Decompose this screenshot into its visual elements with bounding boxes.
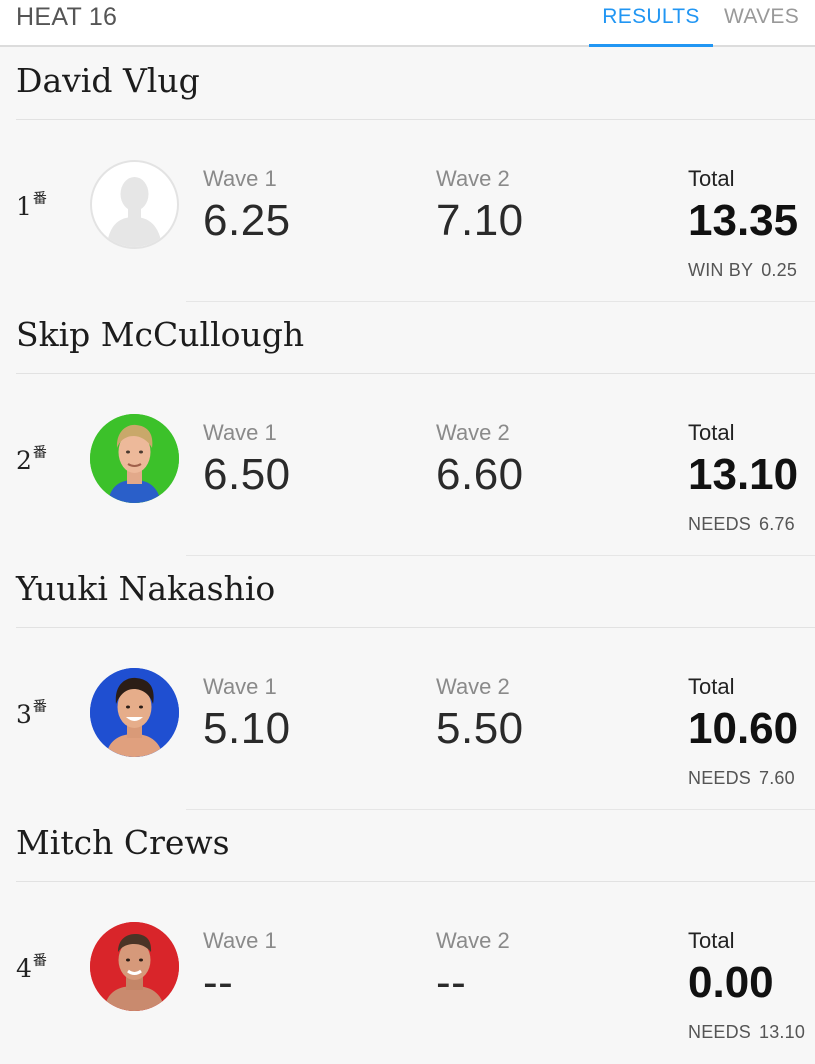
status-label: NEEDS	[688, 514, 752, 534]
default-avatar-icon	[106, 177, 163, 247]
avatar	[90, 922, 179, 1011]
status: NEEDS 13.10	[688, 1022, 805, 1043]
status-value: 0.25	[761, 260, 798, 280]
tab-results[interactable]: RESULTS	[589, 5, 713, 47]
status-label: NEEDS	[688, 768, 752, 788]
divider	[16, 881, 815, 882]
place-suffix: 番	[32, 953, 47, 969]
status: NEEDS 6.76	[688, 514, 795, 535]
status: WIN BY 0.25	[688, 260, 797, 281]
place-number: 2	[16, 446, 32, 475]
status: NEEDS 7.60	[688, 768, 795, 789]
wave2-label: Wave 2	[436, 928, 510, 953]
status-value: 6.76	[759, 514, 795, 534]
status-value: 7.60	[759, 768, 795, 788]
wave1-label: Wave 1	[203, 420, 277, 445]
wave2-score: 6.60	[436, 450, 524, 499]
total-score: 13.10	[688, 450, 799, 499]
heat-header: HEAT 16 RESULTS WAVES	[0, 0, 815, 47]
wave1-score: 6.25	[203, 196, 291, 245]
surfer-card[interactable]: Yuuki Nakashio 3番 Wave 1 5.10 Wave 2 5.5…	[0, 556, 815, 810]
total-label: Total	[688, 420, 735, 445]
surfer-card[interactable]: Mitch Crews 4番 Wave 1 -- Wave 2 -- Total…	[0, 810, 815, 1064]
wave1-label: Wave 1	[203, 166, 277, 191]
wave2-label: Wave 2	[436, 420, 510, 445]
divider	[16, 119, 815, 120]
place: 4番	[16, 950, 47, 983]
place: 3番	[16, 696, 47, 729]
place-number: 1	[16, 192, 32, 221]
wave2-label: Wave 2	[436, 674, 510, 699]
total-label: Total	[688, 166, 735, 191]
surfer-card[interactable]: Skip McCullough 2番 Wave 1 6.50 Wave 2 6.…	[0, 302, 815, 556]
wave1-label: Wave 1	[203, 928, 277, 953]
surfer-photo-icon	[90, 922, 179, 1011]
surfer-name: Yuuki Nakashio	[16, 569, 276, 608]
wave2-score: 7.10	[436, 196, 524, 245]
divider	[16, 627, 815, 628]
total-score: 10.60	[688, 704, 799, 753]
status-value: 13.10	[759, 1022, 806, 1042]
place-number: 3	[16, 700, 32, 729]
avatar	[90, 414, 179, 503]
divider	[16, 373, 815, 374]
heat-title: HEAT 16	[16, 3, 118, 31]
place-suffix: 番	[32, 191, 47, 207]
place: 2番	[16, 442, 47, 475]
total-score: 13.35	[688, 196, 799, 245]
wave1-label: Wave 1	[203, 674, 277, 699]
surfer-name: Mitch Crews	[16, 823, 230, 862]
avatar	[90, 668, 179, 757]
surfer-name: David Vlug	[16, 61, 200, 100]
surfer-photo-icon	[90, 414, 179, 503]
status-label: NEEDS	[688, 1022, 752, 1042]
wave1-score: 5.10	[203, 704, 291, 753]
wave1-score: --	[203, 958, 234, 1007]
total-label: Total	[688, 928, 735, 953]
total-label: Total	[688, 674, 735, 699]
surfer-photo-icon	[90, 668, 179, 757]
surfer-name: Skip McCullough	[16, 315, 305, 354]
tab-waves[interactable]: WAVES	[724, 5, 815, 29]
total-score: 0.00	[688, 958, 774, 1007]
avatar	[90, 160, 179, 249]
wave2-score: --	[436, 958, 467, 1007]
wave2-score: 5.50	[436, 704, 524, 753]
place-suffix: 番	[32, 445, 47, 461]
surfer-card[interactable]: David Vlug 1番 Wave 1 6.25 Wave 2 7.10 To…	[0, 48, 815, 302]
place-suffix: 番	[32, 699, 47, 715]
place: 1番	[16, 188, 47, 221]
place-number: 4	[16, 954, 32, 983]
wave2-label: Wave 2	[436, 166, 510, 191]
status-label: WIN BY	[688, 260, 754, 280]
wave1-score: 6.50	[203, 450, 291, 499]
